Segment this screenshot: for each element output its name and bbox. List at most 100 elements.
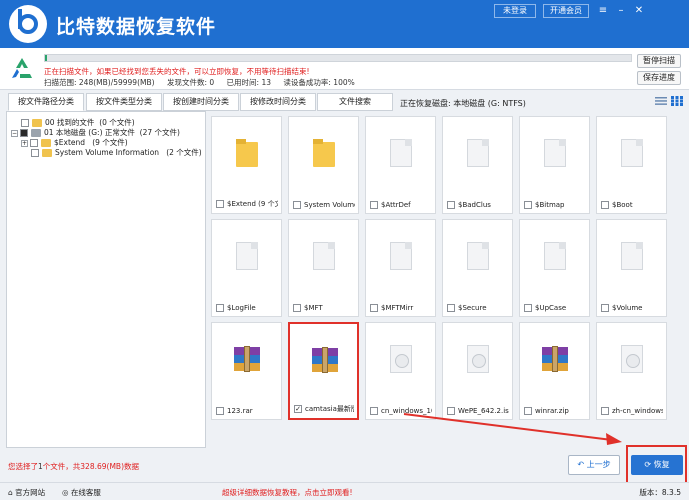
file-icon	[389, 139, 412, 167]
file-thumbnail	[443, 117, 512, 189]
file-card[interactable]: zh-cn_windows_1...	[596, 322, 667, 420]
file-checkbox[interactable]: ✓	[294, 405, 302, 413]
checkbox[interactable]	[21, 119, 29, 127]
pause-scan-button[interactable]: 暂停扫描	[637, 54, 681, 68]
file-thumbnail	[366, 117, 435, 189]
file-checkbox[interactable]	[447, 201, 455, 209]
rar-icon	[233, 346, 260, 372]
scan-message: 正在扫描文件，如果已经找到您丢失的文件，可以立即恢复，不用等待扫描结束!	[44, 67, 310, 76]
folder-tree: 00 找到的文件 (0 个文件) −01 本地磁盘 (G:) 正常文件 (27 …	[6, 111, 206, 448]
minimize-icon[interactable]: –	[612, 4, 630, 18]
tab-by-modified[interactable]: 按修改时间分类	[240, 93, 316, 111]
file-caption: System Volume In...	[293, 201, 355, 209]
file-card[interactable]: 123.rar	[211, 322, 282, 420]
website-link[interactable]: ⌂ 官方网站	[8, 487, 45, 498]
file-card[interactable]: $MFTMirr	[365, 219, 436, 317]
file-card[interactable]: System Volume In...	[288, 116, 359, 214]
close-icon[interactable]: ✕	[630, 4, 648, 18]
category-tabs: 按文件路径分类 按文件类型分类 按创建时间分类 按修改时间分类 文件搜索 正在恢…	[0, 91, 689, 111]
file-name: System Volume In...	[304, 201, 355, 209]
vip-button[interactable]: 开通会员	[543, 4, 589, 18]
file-checkbox[interactable]	[293, 201, 301, 209]
file-thumbnail	[366, 323, 435, 395]
scan-stats: 扫描范围: 248(MB)/59999(MB) 发现文件数: 0 已用时间: 1…	[44, 77, 365, 88]
file-icon	[543, 139, 566, 167]
folder-icon	[42, 149, 52, 157]
file-checkbox[interactable]	[293, 304, 301, 312]
file-name: 123.rar	[227, 407, 253, 415]
file-checkbox[interactable]	[216, 407, 224, 415]
file-card[interactable]: $UpCase	[519, 219, 590, 317]
file-card[interactable]: $Boot	[596, 116, 667, 214]
drive-icon	[31, 129, 41, 137]
app-logo-icon	[9, 5, 47, 43]
file-card[interactable]: WePE_642.2.iso	[442, 322, 513, 420]
file-name: $AttrDef	[381, 201, 411, 209]
file-caption: $Volume	[601, 304, 663, 312]
recover-highlight	[626, 445, 687, 484]
file-thumbnail	[443, 220, 512, 292]
recycle-icon	[12, 58, 32, 78]
file-card[interactable]: $Bitmap	[519, 116, 590, 214]
file-caption: $LogFile	[216, 304, 278, 312]
file-checkbox[interactable]	[370, 304, 378, 312]
file-card[interactable]: ✓camtasia最新版.rar	[288, 322, 359, 420]
collapse-icon[interactable]: −	[11, 129, 18, 137]
app-title: 比特数据恢复软件	[56, 16, 217, 38]
tab-by-path[interactable]: 按文件路径分类	[8, 93, 84, 111]
file-icon	[389, 242, 412, 270]
tree-item-system-volume[interactable]: System Volume Information (2 个文件)	[31, 147, 202, 158]
file-checkbox[interactable]	[370, 201, 378, 209]
file-card[interactable]: $AttrDef	[365, 116, 436, 214]
file-caption: $MFTMirr	[370, 304, 432, 312]
file-card[interactable]: $BadClus	[442, 116, 513, 214]
file-checkbox[interactable]	[524, 201, 532, 209]
file-checkbox[interactable]	[370, 407, 378, 415]
status-bar: ⌂ 官方网站 ◎ 在线客服 超级详细数据恢复教程，点击立即观看! 版本：8.3.…	[0, 482, 689, 500]
grid-view-icon[interactable]	[671, 96, 683, 106]
file-checkbox[interactable]	[601, 304, 609, 312]
file-caption: ✓camtasia最新版.rar	[294, 404, 354, 414]
home-icon: ⌂	[8, 488, 13, 497]
login-button[interactable]: 未登录	[494, 4, 536, 18]
file-card[interactable]: $Volume	[596, 219, 667, 317]
file-thumbnail	[212, 117, 281, 189]
annotation-arrow	[403, 413, 622, 445]
tab-by-type[interactable]: 按文件类型分类	[86, 93, 162, 111]
expand-icon[interactable]: +	[21, 139, 28, 147]
disc-icon	[466, 345, 489, 373]
menu-icon[interactable]: ≡	[594, 4, 612, 18]
file-card[interactable]: $MFT	[288, 219, 359, 317]
file-checkbox[interactable]	[524, 304, 532, 312]
file-thumbnail	[597, 117, 666, 189]
support-link[interactable]: ◎ 在线客服	[62, 487, 101, 498]
file-checkbox[interactable]	[216, 304, 224, 312]
disc-icon	[389, 345, 412, 373]
checkbox[interactable]	[31, 149, 39, 157]
previous-step-button[interactable]: ↶ 上一步	[568, 455, 620, 475]
checkbox[interactable]	[20, 129, 28, 137]
file-card[interactable]: $Extend (9 个文...	[211, 116, 282, 214]
checkbox[interactable]	[30, 139, 38, 147]
list-view-icon[interactable]	[655, 96, 667, 106]
file-card[interactable]: cn_windows_10_...	[365, 322, 436, 420]
tab-by-created[interactable]: 按创建时间分类	[163, 93, 239, 111]
file-thumbnail	[520, 117, 589, 189]
file-checkbox[interactable]	[601, 201, 609, 209]
save-progress-button[interactable]: 保存进度	[637, 71, 681, 85]
file-icon	[543, 242, 566, 270]
title-bar: 比特数据恢复软件 未登录 开通会员 ≡ – ✕	[0, 0, 689, 48]
folder-icon	[32, 119, 42, 127]
file-caption: $BadClus	[447, 201, 509, 209]
file-icon	[620, 139, 643, 167]
file-name: $Bitmap	[535, 201, 565, 209]
tutorial-link[interactable]: 超级详细数据恢复教程，点击立即观看!	[222, 487, 353, 498]
file-grid: $Extend (9 个文... System Volume In... $Attr…	[207, 111, 682, 448]
file-thumbnail	[520, 323, 589, 395]
file-checkbox[interactable]	[447, 304, 455, 312]
file-card[interactable]: $LogFile	[211, 219, 282, 317]
file-card[interactable]: winrar.zip	[519, 322, 590, 420]
file-card[interactable]: $Secure	[442, 219, 513, 317]
file-checkbox[interactable]	[216, 200, 224, 208]
tab-file-search[interactable]: 文件搜索	[317, 93, 393, 111]
